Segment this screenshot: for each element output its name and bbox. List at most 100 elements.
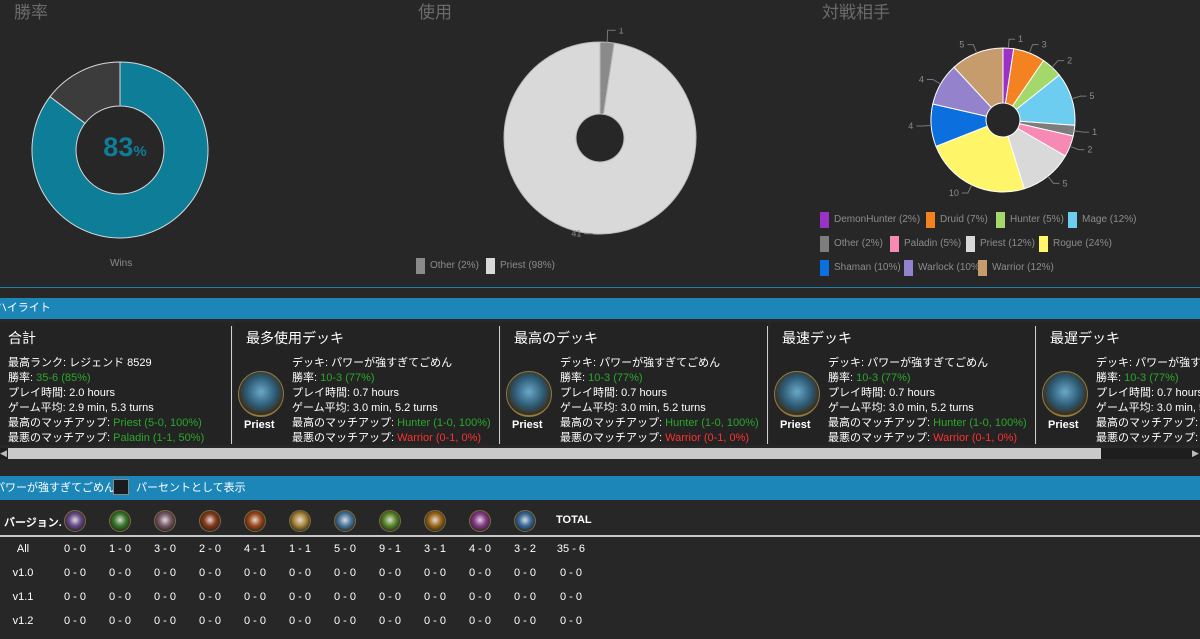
opponent-legend-item[interactable]: Rogue (24%) (1039, 236, 1112, 252)
matchup-cell: 0 - 0 (288, 567, 311, 579)
mage-icon[interactable] (199, 510, 221, 532)
opponents-legend: DemonHunter (2%) Druid (7%) Hunter (5%) Mag… (820, 210, 1150, 282)
stat-label: デッキ: パワーが強すぎてごめん (828, 357, 989, 369)
matchup-cell: 0 - 0 (108, 567, 131, 579)
opponent-slice-label-7: 10 (949, 188, 959, 198)
deck-bar: パワーが強すぎてごめん パーセントとして表示 (0, 476, 1200, 500)
matchup-cell: 0 - 0 (63, 543, 86, 555)
opponent-legend-item[interactable]: Shaman (10%) (820, 260, 901, 276)
legend-swatch (820, 260, 829, 276)
stat-value: Hunter (1-0, 100%) (933, 417, 1027, 429)
opponent-legend-item[interactable]: Druid (7%) (926, 212, 988, 228)
stat-value: Hunter (1-0, 100%) (665, 417, 759, 429)
matchup-cell: 0 - 0 (108, 591, 131, 603)
opponent-legend-item[interactable]: Hunter (5%) (996, 212, 1064, 228)
matchup-cell: 0 - 0 (559, 615, 582, 627)
stat-value: Paladin (1-1, 50%) (113, 432, 205, 444)
opponent-legend-item[interactable]: Paladin (5%) (890, 236, 961, 252)
highlight-stat-line: 最高のマッチアップ: Hu (1096, 416, 1200, 431)
percent-toggle-label[interactable]: パーセントとして表示 (136, 476, 246, 500)
matchup-cell: 4 - 0 (468, 543, 491, 555)
rogue-icon[interactable] (379, 510, 401, 532)
opponent-slice-label-10: 5 (959, 40, 964, 50)
usage-legend-item[interactable]: Other (2%) (416, 258, 479, 274)
legend-label: Paladin (5%) (904, 238, 962, 249)
matchup-cell: 0 - 0 (108, 615, 131, 627)
legend-swatch (966, 236, 975, 252)
opponent-legend-item[interactable]: Mage (12%) (1068, 212, 1136, 228)
opponent-leader-line-10 (967, 44, 978, 54)
highlight-stat-line: 勝率: 10-3 (77%) (1096, 371, 1179, 386)
warrior-icon[interactable] (514, 510, 536, 532)
highlight-stat-line: 勝率: 35-6 (85%) (8, 371, 91, 386)
highlight-stat-line: 最悪のマッチアップ: Warrior (0-1, 0%) (828, 431, 1017, 445)
opponent-legend-item[interactable]: Priest (12%) (966, 236, 1035, 252)
highlight-stat-line: 最高のマッチアップ: Hunter (1-0, 100%) (828, 416, 1027, 431)
other-icon[interactable] (244, 510, 266, 532)
matchup-cell: 0 - 0 (288, 615, 311, 627)
stat-value: 10-3 (77%) (856, 372, 911, 384)
highlight-stat-line: ゲーム平均: 3.0 min, 5.2 turns (292, 401, 438, 416)
demonhunter-icon[interactable] (64, 510, 86, 532)
paladin-icon[interactable] (289, 510, 311, 532)
opponent-slice-label-2: 2 (1067, 56, 1072, 66)
highlight-stat-line: 最高のマッチアップ: Priest (5-0, 100%) (8, 416, 202, 431)
highlight-stat-line: プレイ時間: 2.0 hours (8, 386, 115, 401)
scroll-right-arrow-icon[interactable]: ▶ (1192, 448, 1199, 459)
scroll-left-arrow-icon[interactable]: ◀ (0, 448, 7, 459)
opponent-legend-item[interactable]: Warlock (10%) (904, 260, 983, 276)
winrate-title: 勝率 (14, 3, 48, 22)
highlight-stat-line: ゲーム平均: 2.9 min, 5.3 turns (8, 401, 154, 416)
matchup-cell: 0 - 0 (243, 591, 266, 603)
matchup-cell: 1 - 1 (288, 543, 311, 555)
priest-deck-icon (506, 371, 552, 417)
priest-icon[interactable] (334, 510, 356, 532)
opponent-slice-label-4: 1 (1092, 127, 1097, 137)
priest-deck-icon (238, 371, 284, 417)
percent-toggle-checkbox[interactable] (113, 479, 129, 495)
usage-legend-item[interactable]: Priest (98%) (486, 258, 555, 274)
opponent-legend-item[interactable]: Warrior (12%) (978, 260, 1054, 276)
legend-label: Other (2%) (430, 260, 479, 271)
stat-label: プレイ時間: 0.7 hours (1096, 387, 1200, 399)
opponent-slice-label-5: 2 (1087, 145, 1092, 155)
stat-label: 最悪のマッチアップ: (828, 432, 934, 444)
stat-label: ゲーム平均: 3.0 min, 5.2 turns (560, 402, 706, 414)
panels-scrollbar-thumb[interactable] (8, 448, 1101, 459)
matchup-cell: 0 - 0 (378, 567, 401, 579)
highlight-stat-line: 最悪のマッチアップ: Wa (1096, 431, 1200, 445)
matchup-cell: 0 - 0 (153, 591, 176, 603)
legend-label: Priest (12%) (980, 238, 1036, 249)
matchup-cell: 0 - 0 (378, 615, 401, 627)
version-row-label: v1.0 (12, 567, 34, 579)
panel-separator (767, 326, 768, 444)
highlight-stat-line: デッキ: パワーが強すぎてごめん (560, 356, 720, 371)
opponent-leader-line-6 (1047, 175, 1060, 184)
matchup-cell: 0 - 0 (468, 591, 491, 603)
hunter-icon[interactable] (154, 510, 176, 532)
opponent-legend-item[interactable]: DemonHunter (2%) (820, 212, 920, 228)
shaman-icon[interactable] (424, 510, 446, 532)
highlight-panel-0: 合計 最高ランク: レジェンド 8529 勝率: 35-6 (85%) プレイ時間: … (0, 322, 230, 445)
deck-class-label: Priest (780, 419, 811, 431)
stat-label: ゲーム平均: 3.0 min, 5.2 turns (292, 402, 438, 414)
stat-label: デッキ: パワーが強すぎてごめん (1096, 357, 1200, 369)
highlight-panel-title: 最速デッキ (782, 330, 852, 346)
stat-label: 最悪のマッチアップ: (8, 432, 114, 444)
winrate-percent-value: 83 (103, 132, 134, 162)
warlock-icon[interactable] (469, 510, 491, 532)
opponent-legend-item[interactable]: Other (2%) (820, 236, 883, 252)
legend-swatch (890, 236, 899, 252)
matchup-cell: 0 - 0 (198, 591, 221, 603)
version-column-header: バージョン. (4, 517, 62, 529)
legend-label: Shaman (10%) (834, 262, 901, 273)
deck-class-label: Priest (1048, 419, 1079, 431)
stat-label: 最悪のマッチアップ: (560, 432, 666, 444)
version-row-label: v1.1 (12, 591, 34, 603)
matchup-cell: 0 - 0 (243, 567, 266, 579)
stat-value: 35-6 (85%) (36, 372, 91, 384)
opponent-leader-line-1 (1028, 44, 1039, 54)
opponent-leader-line-4 (1074, 130, 1090, 133)
druid-icon[interactable] (109, 510, 131, 532)
highlight-panel-1: 最多使用デッキ Priest デッキ: パワーが強すぎてごめん 勝率: 10-3 (7… (234, 322, 500, 445)
